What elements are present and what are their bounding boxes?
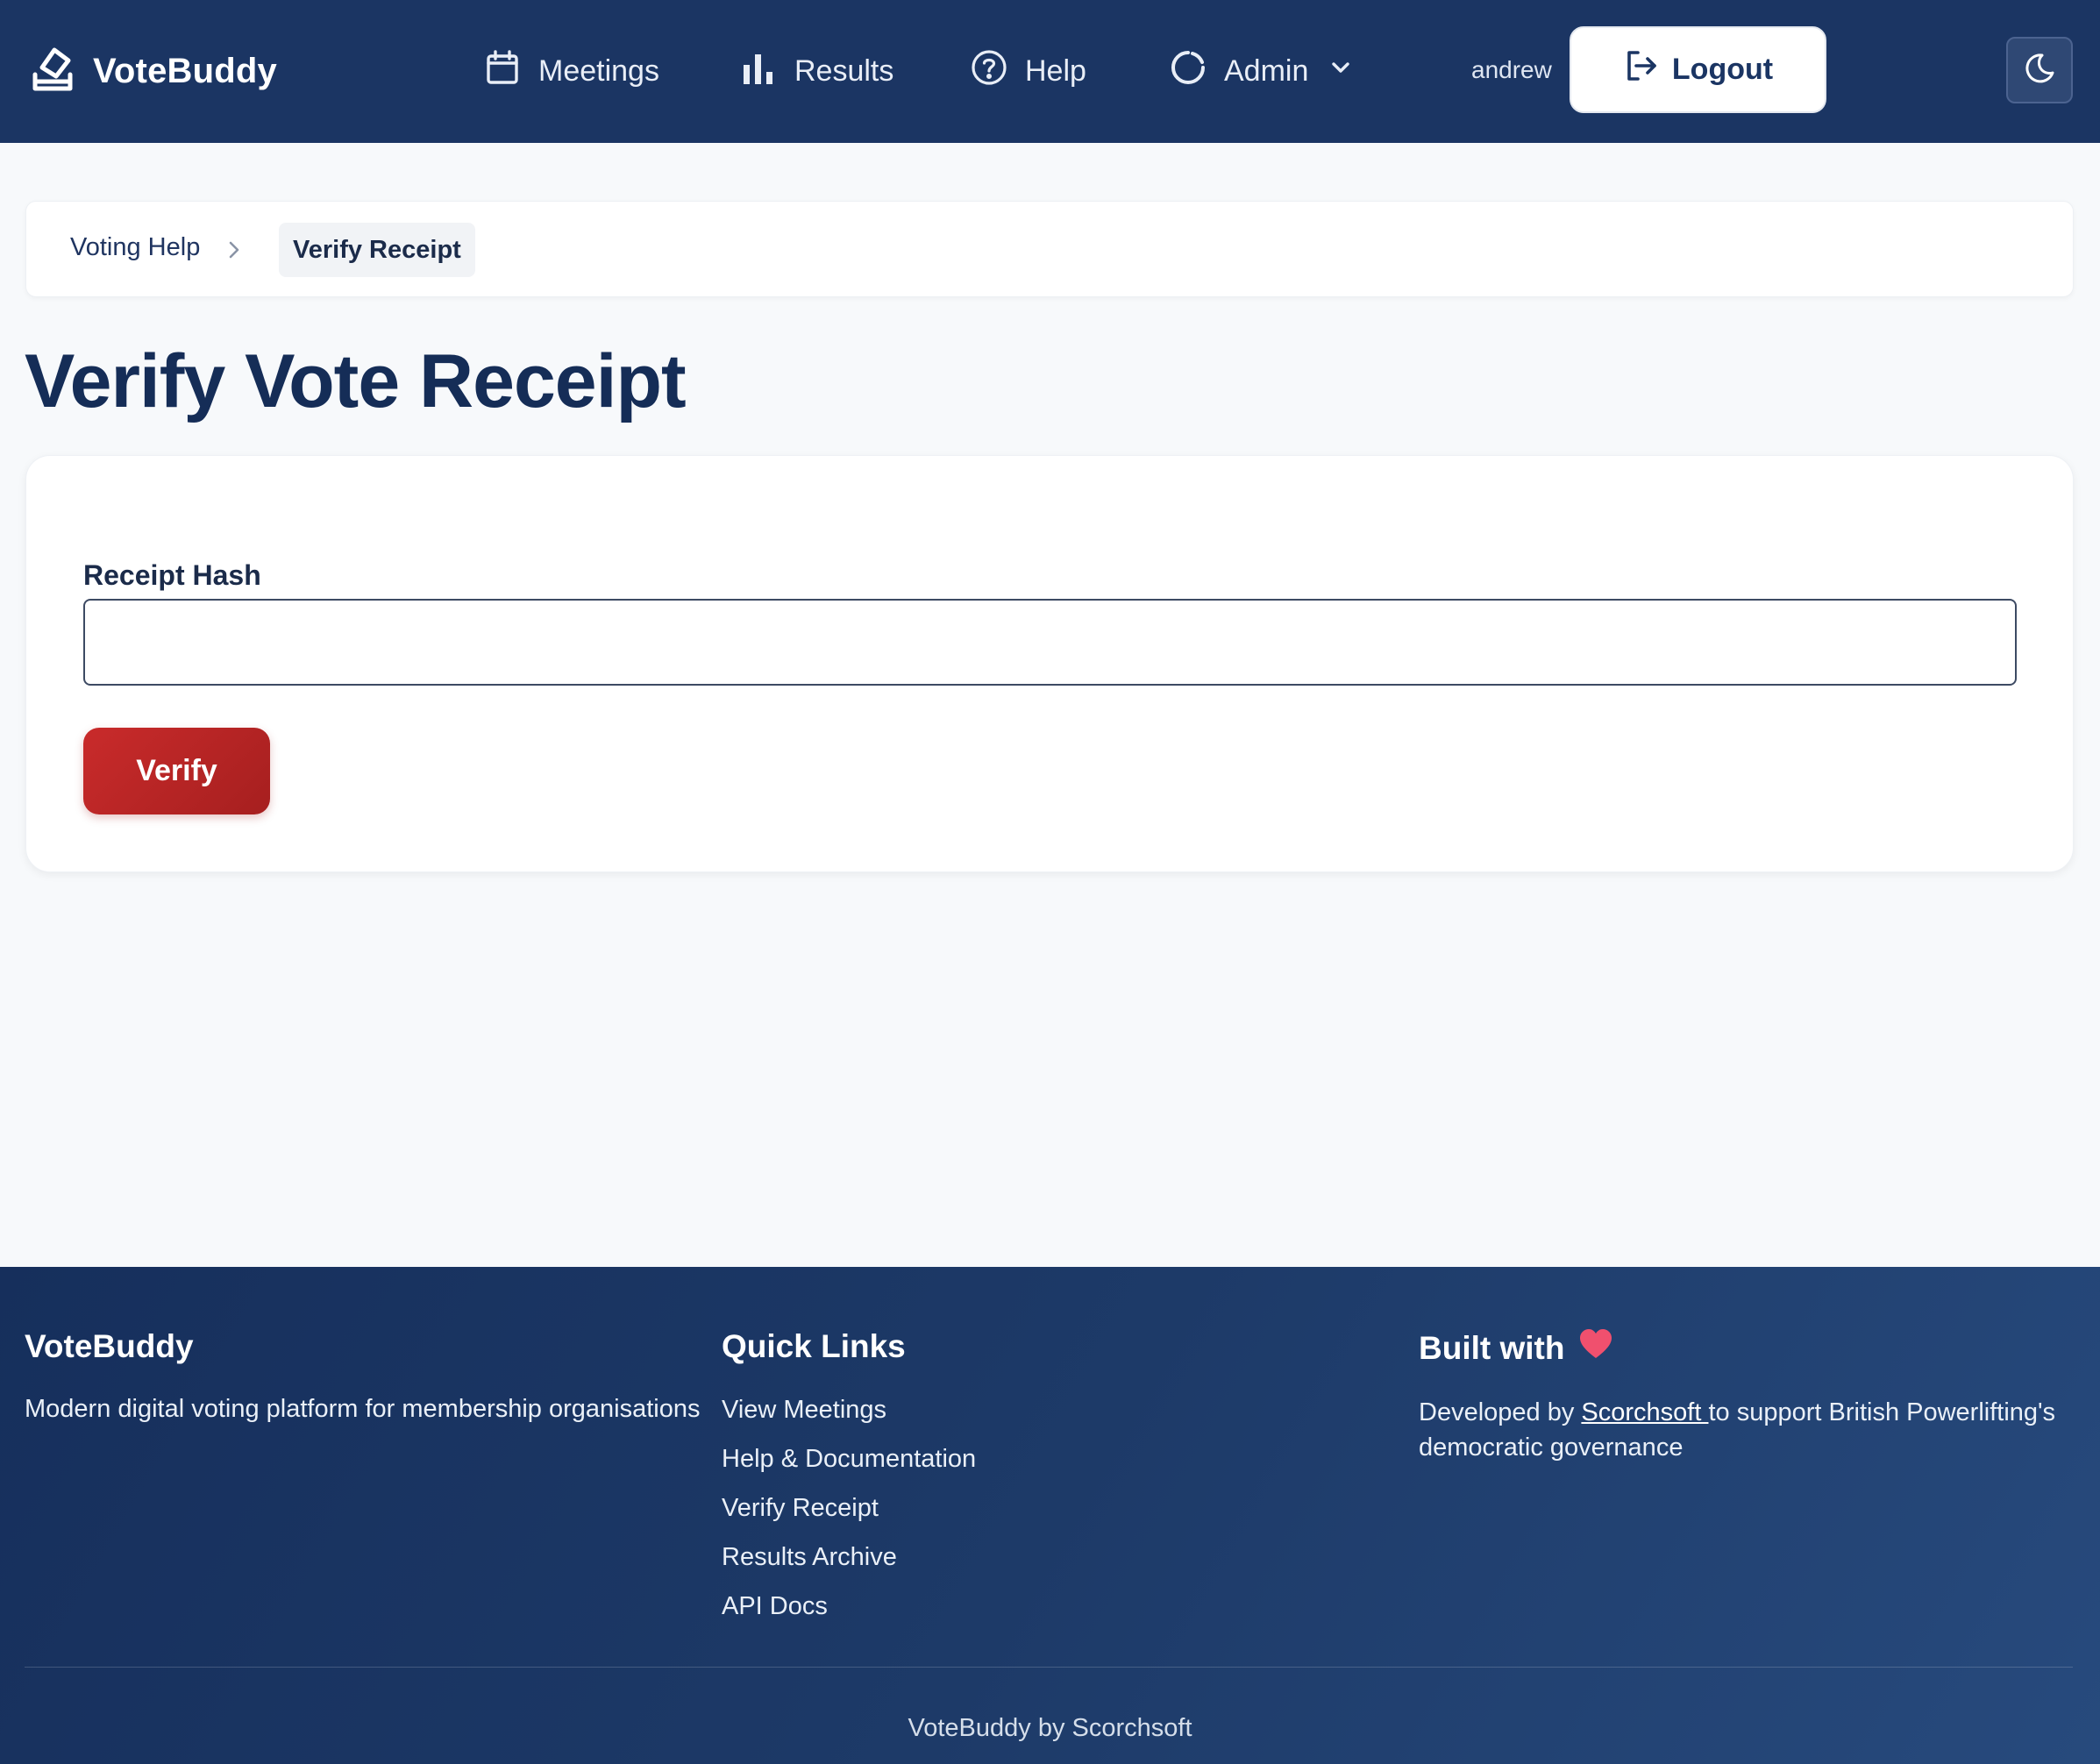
breadcrumb-voting-help[interactable]: Voting Help: [70, 233, 200, 262]
footer-tagline: Modern digital voting platform for membe…: [25, 1395, 701, 1423]
verify-form-card: Receipt Hash Verify: [25, 455, 2074, 872]
logout-button[interactable]: Logout: [1570, 26, 1826, 113]
theme-toggle-button[interactable]: [2006, 37, 2073, 103]
footer-link-api-docs[interactable]: API Docs: [722, 1591, 976, 1640]
footer-developer-credit: Developed by Scorchsoft to support Briti…: [1419, 1395, 2059, 1465]
nav-admin-dropdown[interactable]: Admin: [1170, 44, 1354, 98]
brand-link[interactable]: VoteBuddy: [30, 44, 277, 98]
site-footer: VoteBuddy Modern digital voting platform…: [0, 1267, 2100, 1764]
receipt-hash-input[interactable]: [83, 599, 2017, 686]
heart-icon: [1578, 1328, 1613, 1368]
footer-quick-links: View Meetings Help & Documentation Verif…: [722, 1395, 976, 1640]
question-circle-icon: [971, 49, 1007, 94]
logout-label: Logout: [1671, 53, 1774, 86]
footer-dev-prefix: Developed by: [1419, 1398, 1582, 1426]
footer-quick-links-title: Quick Links: [722, 1328, 906, 1365]
footer-divider: [25, 1667, 2073, 1668]
chevron-down-icon: [1326, 54, 1354, 89]
nav-results-label: Results: [794, 53, 894, 88]
breadcrumb-current: Verify Receipt: [279, 223, 475, 277]
bar-chart-icon: [740, 49, 777, 94]
calendar-icon: [484, 49, 521, 94]
chevron-right-icon: [221, 237, 247, 263]
nav-meetings-label: Meetings: [538, 53, 659, 88]
nav-results[interactable]: Results: [740, 44, 893, 98]
ballot-box-icon: [30, 45, 75, 98]
footer-copyright: VoteBuddy by Scorchsoft: [908, 1714, 1192, 1742]
footer-quick-links-title-text: Quick Links: [722, 1328, 906, 1364]
footer-brand-title-text: VoteBuddy: [25, 1328, 194, 1364]
footer-brand-title: VoteBuddy: [25, 1328, 194, 1365]
nav-help-label: Help: [1025, 53, 1086, 88]
verify-button[interactable]: Verify: [83, 728, 270, 814]
footer-link-results-archive[interactable]: Results Archive: [722, 1542, 976, 1591]
breadcrumb: Voting Help Verify Receipt: [25, 201, 2074, 297]
footer-scorchsoft-link[interactable]: Scorchsoft: [1581, 1398, 1708, 1426]
footer-link-view-meetings[interactable]: View Meetings: [722, 1395, 976, 1444]
loading-circle-icon: [1170, 49, 1207, 94]
footer-built-with-text: Built with: [1419, 1329, 1565, 1366]
nav-admin-label: Admin: [1224, 53, 1309, 88]
brand-name: VoteBuddy: [93, 51, 277, 90]
receipt-hash-label: Receipt Hash: [83, 559, 261, 591]
footer-link-help-docs[interactable]: Help & Documentation: [722, 1444, 976, 1493]
current-username: andrew: [1471, 56, 1552, 83]
nav-help[interactable]: Help: [971, 44, 1086, 98]
page-title: Verify Vote Receipt: [25, 339, 687, 423]
footer-built-with-title: Built with: [1419, 1328, 1613, 1368]
moon-icon: [2023, 52, 2056, 89]
nav-meetings[interactable]: Meetings: [484, 44, 659, 98]
top-navbar: VoteBuddy Meetings Results Help Admin an…: [0, 0, 2100, 143]
footer-link-verify-receipt[interactable]: Verify Receipt: [722, 1493, 976, 1542]
logout-icon: [1623, 47, 1660, 92]
